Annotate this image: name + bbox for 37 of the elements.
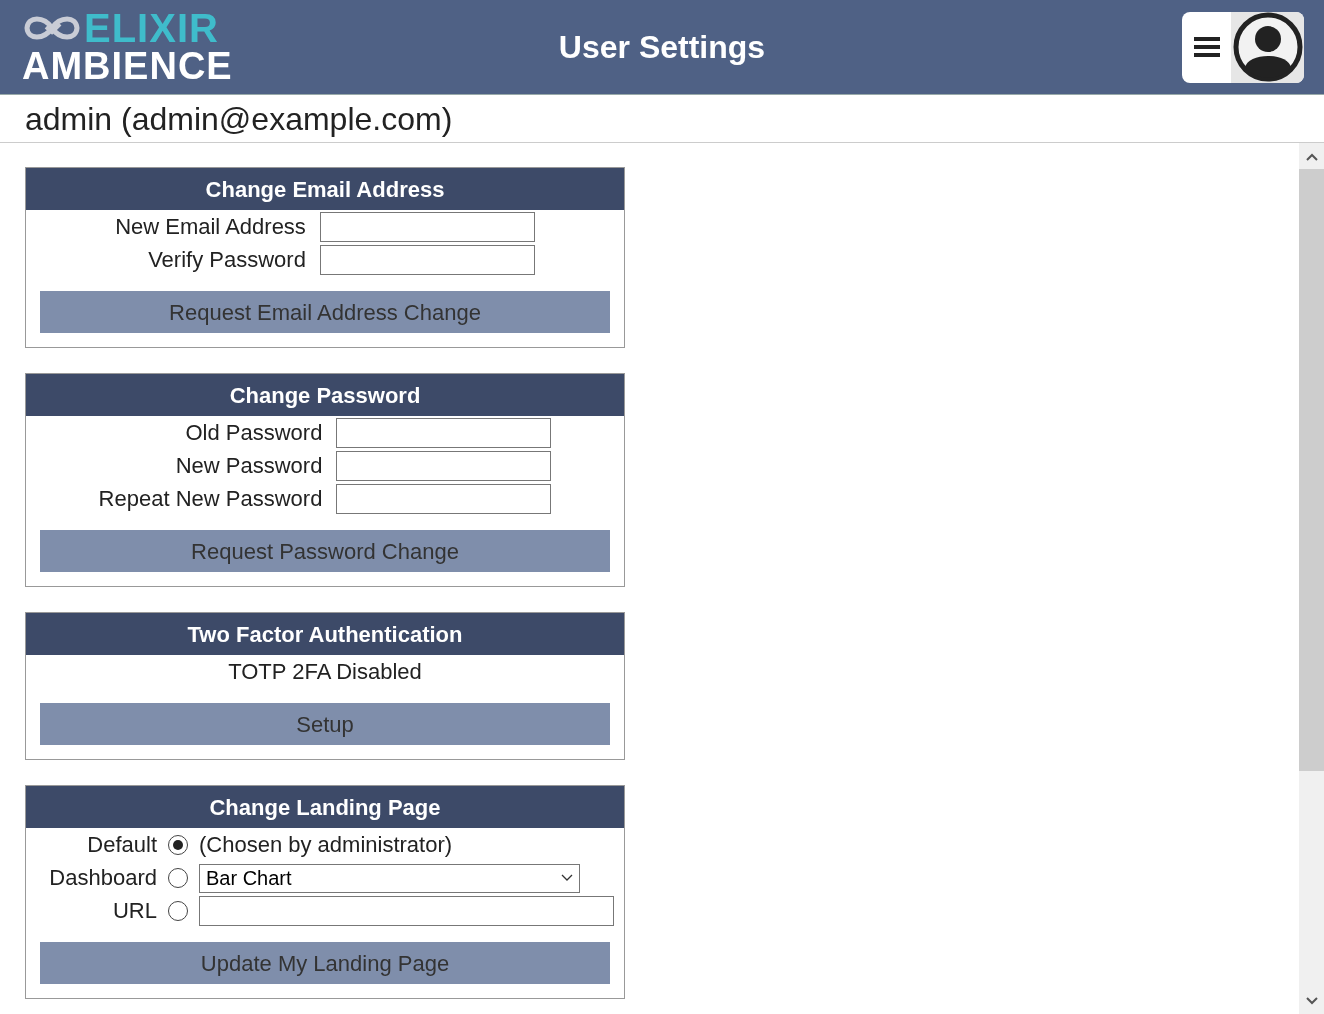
radio-button[interactable] [168,868,188,888]
field-label: New Email Address [115,213,306,241]
logo-text: AMBIENCE [22,47,234,85]
input-field[interactable] [199,896,614,926]
input-field[interactable] [319,212,535,242]
card-title: Two Factor Authentication [26,613,624,655]
input-field[interactable] [336,451,552,481]
card-title: Change Password [26,374,624,416]
input-field[interactable] [319,245,535,275]
user-name: admin (admin@example.com) [25,99,453,139]
submit-button[interactable]: Request Password Change [40,530,610,572]
dropdown[interactable]: Bar Chart [199,863,580,893]
radio-button[interactable] [168,835,188,855]
submit-button[interactable]: Request Email Address Change [40,291,610,333]
status-text: TOTP 2FA Disabled [228,658,422,686]
option-text: (Chosen by administrator) [199,831,454,859]
field-label: Verify Password [147,246,306,274]
scrollbar[interactable] [1299,143,1324,1014]
radio-button[interactable] [168,901,188,921]
menu-icon [1193,36,1220,58]
option-label: Dashboard [48,864,157,892]
card-title: Change Email Address [26,168,624,210]
logo-text: ELIXIR [84,9,219,47]
field-label: Repeat New Password [98,485,323,513]
option-label: Default [86,831,157,859]
avatar-icon [1232,12,1303,82]
field-label: Old Password [184,419,323,447]
chevron-down-icon [561,874,573,882]
avatar-button[interactable] [1231,11,1304,83]
page-title: User Settings [558,28,766,67]
option-label: URL [112,897,157,925]
submit-button[interactable]: Setup [40,703,610,745]
input-field[interactable] [336,484,552,514]
input-field[interactable] [336,418,552,448]
submit-button[interactable]: Update My Landing Page [40,942,610,984]
field-label: New Password [174,452,323,480]
card-title: Change Landing Page [26,786,624,828]
